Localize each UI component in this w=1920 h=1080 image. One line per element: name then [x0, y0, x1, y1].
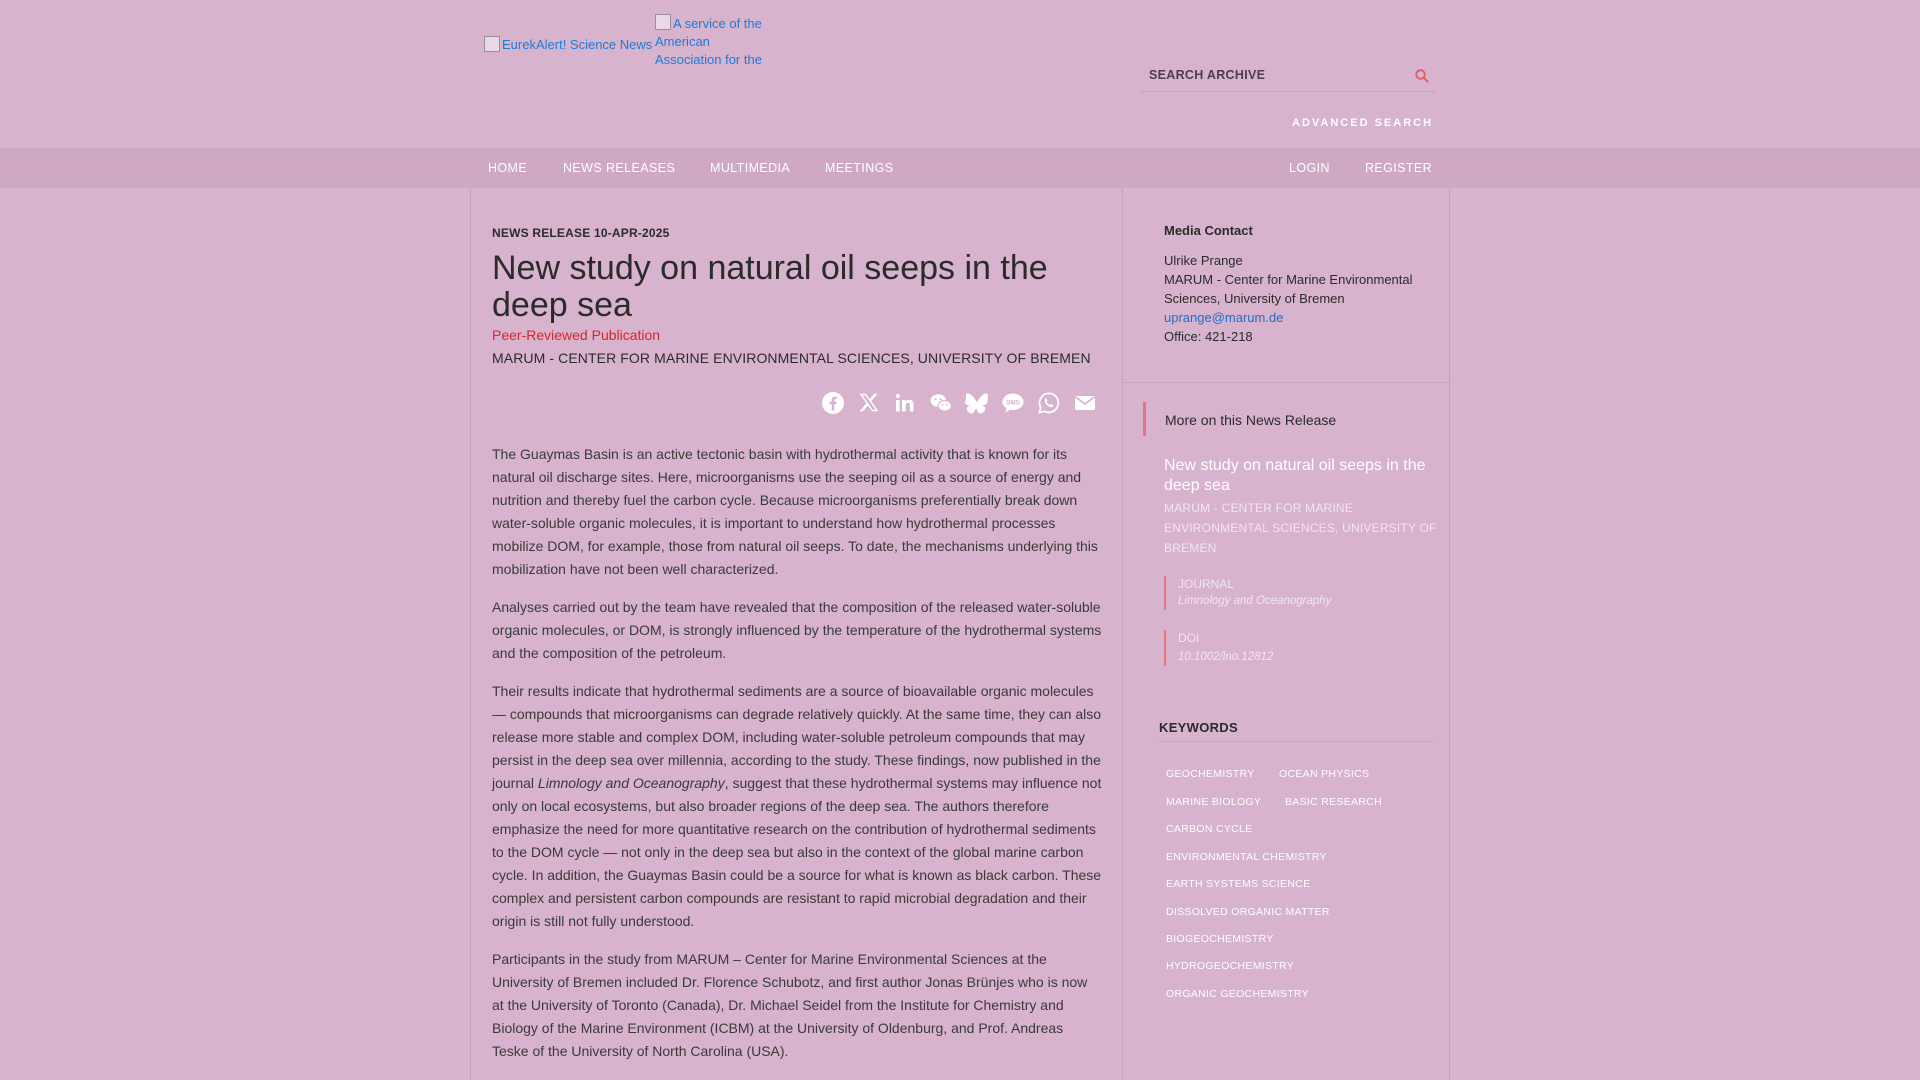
more-on-release-header: More on this News Release — [1143, 402, 1433, 436]
keyword-tag[interactable]: MARINE BIOLOGY — [1166, 796, 1261, 808]
keyword-tag[interactable]: ORGANIC GEOCHEMISTRY — [1166, 988, 1309, 1000]
article-main: NEWS RELEASE 10-APR-2025 New study on na… — [470, 188, 1122, 1080]
contact-office: Office: 421-218 — [1164, 329, 1253, 344]
linkedin-icon[interactable] — [893, 391, 917, 415]
keyword-tag[interactable]: BASIC RESEARCH — [1285, 796, 1382, 808]
search-box — [1140, 66, 1435, 92]
email-icon[interactable] — [1073, 391, 1097, 415]
keyword-tag[interactable]: ENVIRONMENTAL CHEMISTRY — [1166, 851, 1327, 863]
doi-label: DOI — [1178, 631, 1200, 645]
release-title-link[interactable]: New study on natural oil seeps in the de… — [1164, 456, 1434, 496]
media-contact-details: Ulrike Prange MARUM - Center for Marine … — [1164, 251, 1434, 346]
advanced-search-link[interactable]: ADVANCED SEARCH — [1292, 117, 1433, 129]
main-nav: HOME NEWS RELEASES MULTIMEDIA MEETINGS L… — [0, 148, 1920, 188]
nav-login[interactable]: LOGIN — [1289, 148, 1330, 188]
keyword-tag[interactable]: HYDROGEOCHEMISTRY — [1166, 960, 1294, 972]
broken-image-icon — [484, 36, 500, 52]
journal-name: Limnology and Oceanography — [537, 775, 725, 791]
paragraph: Participants in the study from MARUM – C… — [492, 951, 1088, 1059]
nav-multimedia[interactable]: MULTIMEDIA — [710, 148, 790, 188]
service-alt-text: A service of the American Association fo… — [655, 16, 762, 67]
release-institution: MARUM - CENTER FOR MARINE ENVIRONMENTAL … — [1164, 501, 1437, 555]
nav-register[interactable]: REGISTER — [1365, 148, 1432, 188]
contact-name: Ulrike Prange — [1164, 253, 1243, 268]
svg-text:SMS: SMS — [1006, 399, 1021, 406]
peer-reviewed-label: Peer-Reviewed Publication — [492, 327, 661, 343]
nav-news-releases[interactable]: NEWS RELEASES — [563, 148, 675, 188]
divider — [1123, 382, 1449, 383]
facebook-icon[interactable] — [821, 391, 845, 415]
bluesky-icon[interactable] — [965, 391, 989, 415]
nav-meetings[interactable]: MEETINGS — [825, 148, 893, 188]
sms-icon[interactable]: SMS — [1001, 391, 1025, 415]
eurekalert-logo-link[interactable]: EurekAlert! Science News — [484, 36, 652, 52]
keyword-tag[interactable]: GEOCHEMISTRY — [1166, 768, 1255, 780]
keyword-tag[interactable]: DISSOLVED ORGANIC MATTER — [1166, 906, 1330, 918]
search-input[interactable] — [1149, 68, 1399, 82]
broken-image-icon — [655, 14, 671, 30]
keyword-tag[interactable]: BIOGEOCHEMISTRY — [1166, 933, 1274, 945]
search-icon[interactable] — [1414, 68, 1430, 84]
aaas-service-logo-link[interactable]: A service of the American Association fo… — [655, 14, 767, 69]
paragraph: Their results indicate that hydrothermal… — [492, 680, 1102, 933]
paragraph-text: , suggest that these hydrothermal system… — [492, 775, 1102, 929]
release-date: NEWS RELEASE 10-APR-2025 — [492, 226, 670, 240]
paragraph: Analyses carried out by the team have re… — [492, 599, 1102, 661]
paragraph: The Guaymas Basin is an active tectonic … — [492, 446, 1098, 577]
share-bar: SMS — [821, 391, 1097, 421]
article-body: The Guaymas Basin is an active tectonic … — [492, 443, 1102, 1078]
journal-value: Limnology and Oceanography — [1178, 595, 1332, 607]
keyword-tag[interactable]: OCEAN PHYSICS — [1279, 768, 1369, 780]
page-title: New study on natural oil seeps in the de… — [492, 249, 1048, 324]
sidebar: Media Contact Ulrike Prange MARUM - Cent… — [1122, 188, 1450, 1080]
site-header: EurekAlert! Science News A service of th… — [0, 0, 1920, 148]
journal-reference: JOURNAL Limnology and Oceanography — [1164, 576, 1434, 610]
x-icon[interactable] — [857, 391, 881, 415]
whatsapp-icon[interactable] — [1037, 391, 1061, 415]
contact-email-link[interactable]: uprange@marum.de — [1164, 310, 1283, 325]
nav-home[interactable]: HOME — [488, 148, 527, 188]
journal-label: JOURNAL — [1178, 577, 1235, 591]
keyword-tag[interactable]: CARBON CYCLE — [1166, 823, 1252, 835]
media-contact-title: Media Contact — [1164, 223, 1253, 238]
keywords-title: KEYWORDS — [1159, 720, 1434, 742]
doi-reference: DOI 10.1002/lno.12812 — [1164, 630, 1434, 666]
more-on-release-label: More on this News Release — [1165, 412, 1337, 428]
wechat-icon[interactable] — [929, 391, 953, 415]
doi-link[interactable]: 10.1002/lno.12812 — [1178, 651, 1273, 663]
keyword-tag[interactable]: EARTH SYSTEMS SCIENCE — [1166, 878, 1310, 890]
institution-name: MARUM - CENTER FOR MARINE ENVIRONMENTAL … — [492, 350, 1091, 366]
contact-organization: MARUM - Center for Marine Environmental … — [1164, 272, 1413, 306]
logo-alt-text: EurekAlert! Science News — [502, 36, 653, 52]
